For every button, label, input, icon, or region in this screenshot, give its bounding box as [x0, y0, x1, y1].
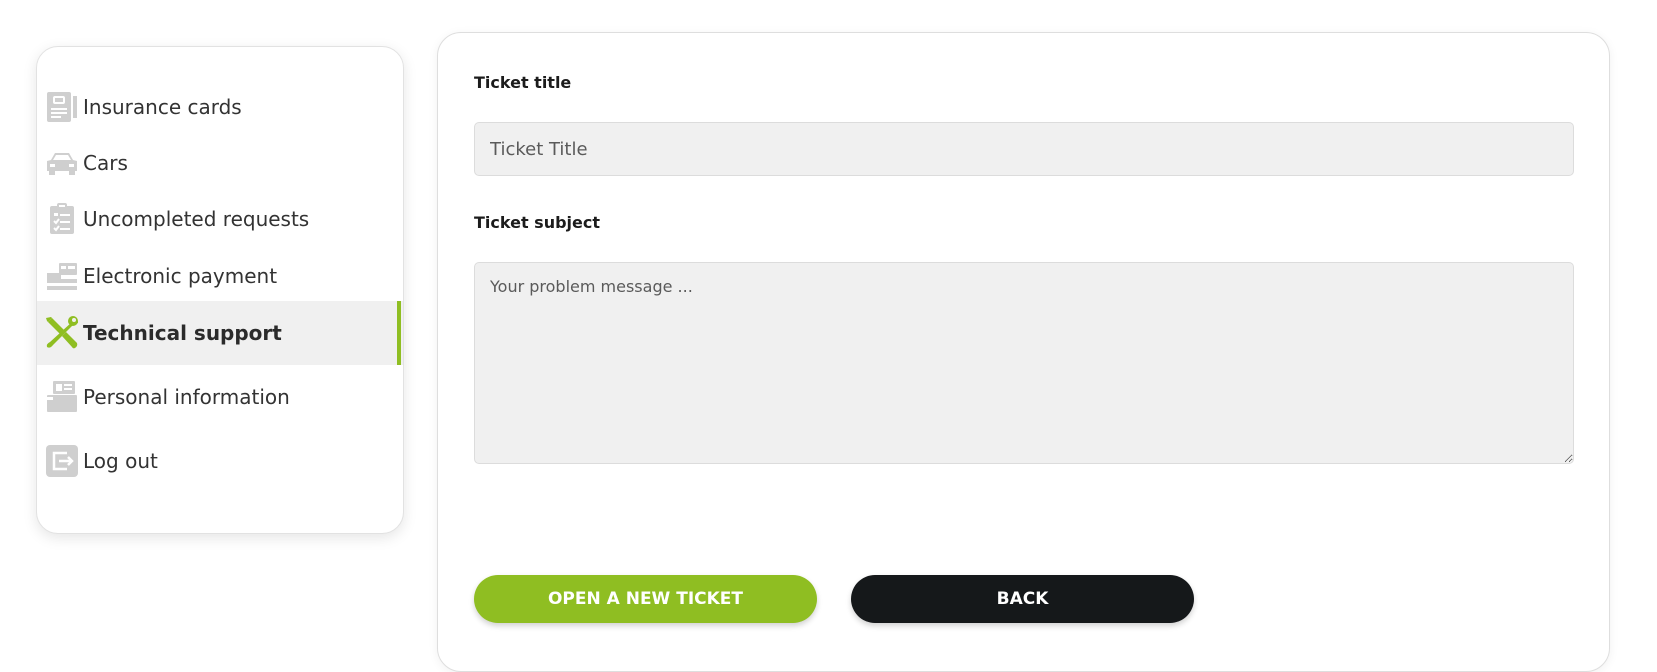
sidebar-menu: Insurance cards Cars Uncompleted request… — [36, 46, 404, 534]
sidebar-item-technical-support[interactable]: Technical support — [37, 301, 403, 365]
sidebar-item-label: Electronic payment — [83, 264, 278, 288]
back-button[interactable]: BACK — [851, 575, 1194, 623]
sidebar-item-personal-information[interactable]: Personal information — [37, 365, 403, 429]
sidebar-item-cars[interactable]: Cars — [37, 131, 403, 195]
sidebar-item-label: Cars — [83, 151, 128, 175]
insurance-card-icon — [45, 90, 79, 124]
sidebar-item-label: Log out — [83, 449, 158, 473]
ticket-subject-label: Ticket subject — [474, 213, 600, 232]
sidebar-item-label: Technical support — [83, 321, 282, 345]
car-icon — [45, 146, 79, 180]
ticket-subject-textarea[interactable] — [474, 262, 1574, 464]
clipboard-checklist-icon — [45, 202, 79, 236]
sidebar-item-log-out[interactable]: Log out — [37, 429, 403, 493]
ticket-title-input[interactable] — [474, 122, 1574, 176]
open-new-ticket-button[interactable]: OPEN A NEW TICKET — [474, 575, 817, 623]
sidebar-item-insurance-cards[interactable]: Insurance cards — [37, 75, 403, 139]
ticket-form-card: Ticket title Ticket subject OPEN A NEW T… — [437, 32, 1610, 672]
sidebar-item-uncompleted-requests[interactable]: Uncompleted requests — [37, 187, 403, 251]
logout-icon — [45, 444, 79, 478]
ticket-title-label: Ticket title — [474, 73, 572, 92]
sidebar-item-label: Personal information — [83, 385, 290, 409]
card-terminal-icon — [45, 259, 79, 293]
sidebar-item-label: Insurance cards — [83, 95, 242, 119]
id-card-icon — [45, 380, 79, 414]
sidebar-item-electronic-payment[interactable]: Electronic payment — [37, 244, 403, 308]
tools-icon — [45, 316, 79, 350]
sidebar-item-label: Uncompleted requests — [83, 207, 310, 231]
